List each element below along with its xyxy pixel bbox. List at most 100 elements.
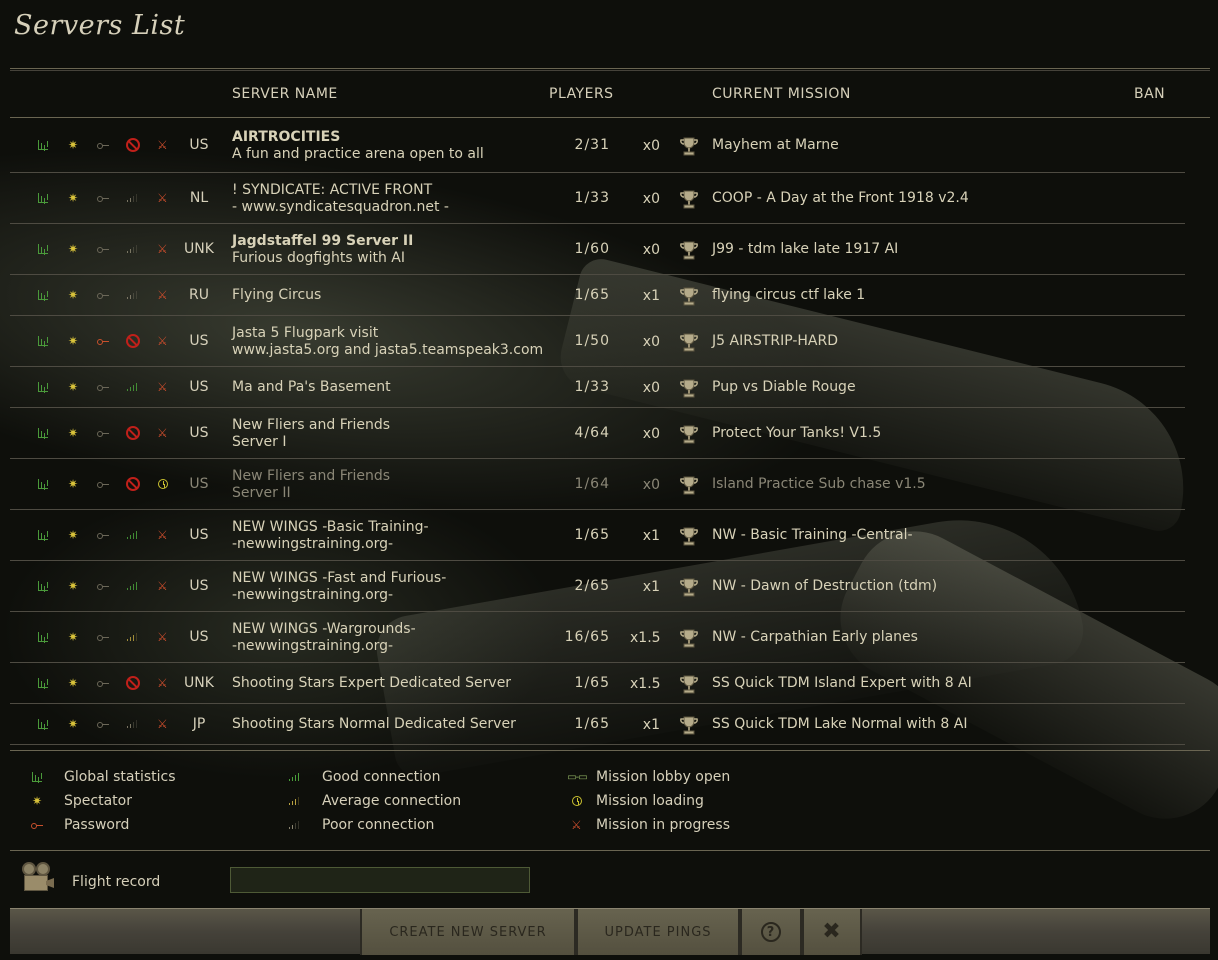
flight-divider — [10, 850, 1210, 851]
server-players: 2/65 — [574, 577, 610, 594]
signal-average-icon — [127, 633, 139, 641]
spectator-icon: ✷ — [67, 717, 79, 731]
signal-poor-icon — [127, 194, 139, 202]
stats-icon[interactable] — [38, 428, 48, 438]
legend-good-connection: Good connection — [284, 769, 440, 785]
stats-icon[interactable] — [38, 140, 48, 150]
crossed-swords-icon: ⚔ — [157, 138, 168, 152]
server-row[interactable]: ✷ ⚔ UNK Jagdstaffel 99 Server II Furious… — [10, 224, 1185, 275]
signal-good-icon — [127, 383, 139, 391]
server-status-icons: ✷ ⚔ — [28, 316, 178, 366]
stats-icon[interactable] — [38, 479, 48, 489]
server-name: Jagdstaffel 99 Server II Furious dogfigh… — [232, 233, 413, 267]
column-header-ban[interactable]: BAN — [1134, 86, 1165, 102]
flight-record-icon-wrap — [20, 862, 56, 894]
server-mission: Island Practice Sub chase v1.5 — [712, 476, 926, 492]
signal-poor-icon — [127, 291, 139, 299]
stats-icon[interactable] — [38, 244, 48, 254]
server-status-icons: ✷ ⚔ — [28, 173, 178, 223]
server-row[interactable]: ✷ ⚔ JP Shooting Stars Normal Dedicated S… — [10, 704, 1185, 745]
server-mission: SS Quick TDM Lake Normal with 8 AI — [712, 716, 968, 732]
trophy-icon — [678, 673, 700, 695]
crossed-swords-icon: ⚔ — [157, 191, 168, 205]
crossed-swords-icon: ⚔ — [157, 630, 168, 644]
legend-spectator: ✷ Spectator — [31, 793, 132, 809]
server-multiplier: x0 — [642, 137, 660, 154]
trophy-icon — [678, 525, 700, 547]
server-name: New Fliers and Friends Server II — [232, 468, 390, 502]
legend-global-stats: Global statistics — [26, 769, 176, 785]
server-row[interactable]: ✷ ⚔ NL ! SYNDICATE: ACTIVE FRONT - www.s… — [10, 173, 1185, 224]
server-mission: Mayhem at Marne — [712, 137, 839, 153]
column-header-current-mission[interactable]: CURRENT MISSION — [712, 86, 851, 102]
server-mission: SS Quick TDM Island Expert with 8 AI — [712, 675, 972, 691]
server-multiplier: x0 — [642, 379, 660, 396]
stats-icon[interactable] — [38, 678, 48, 688]
ban-icon — [126, 676, 140, 690]
close-button[interactable]: ✖ — [802, 909, 862, 955]
server-multiplier: x1 — [642, 287, 660, 304]
flight-record-input[interactable] — [230, 867, 530, 893]
legend-password: Password — [26, 817, 129, 833]
create-new-server-button[interactable]: CREATE NEW SERVER — [360, 909, 576, 955]
server-players: 1/33 — [574, 378, 610, 395]
update-pings-button[interactable]: UPDATE PINGS — [576, 909, 740, 955]
stats-icon[interactable] — [38, 336, 48, 346]
server-country: US — [189, 577, 209, 594]
server-name: NEW WINGS -Basic Training- -newwingstrai… — [232, 519, 429, 553]
server-row[interactable]: ✷ ⚔ US Jasta 5 Flugpark visit www.jasta5… — [10, 316, 1185, 367]
server-players: 1/65 — [574, 526, 610, 543]
server-status-icons: ✷ ⚔ — [28, 275, 178, 315]
server-name-line2: Server II — [232, 484, 291, 501]
column-header-server-name[interactable]: SERVER NAME — [232, 86, 338, 102]
server-row[interactable]: ✷ ⚔ US AIRTROCITIES A fun and practice a… — [10, 118, 1185, 173]
stats-icon[interactable] — [38, 719, 48, 729]
legend-mission-in-progress: ⚔ Mission in progress — [571, 817, 730, 833]
server-row[interactable]: ✷ ⚔ US NEW WINGS -Fast and Furious- -new… — [10, 561, 1185, 612]
stats-icon[interactable] — [38, 581, 48, 591]
signal-good-icon — [127, 531, 139, 539]
server-name-line2: -newwingstraining.org- — [232, 535, 394, 552]
spectator-icon: ✷ — [67, 191, 79, 205]
stats-icon[interactable] — [38, 530, 48, 540]
column-header-players[interactable]: PLAYERS — [549, 86, 614, 102]
loading-clock-icon — [158, 479, 168, 489]
spectator-icon: ✷ — [67, 242, 79, 256]
trophy-icon — [678, 714, 700, 736]
spectator-icon: ✷ — [67, 630, 79, 644]
server-name: Ma and Pa's Basement — [232, 379, 391, 396]
server-row[interactable]: ✷ ⚔ US NEW WINGS -Basic Training- -newwi… — [10, 510, 1185, 561]
trophy-icon — [678, 239, 700, 261]
server-name-line1: Flying Circus — [232, 287, 322, 303]
legend-average-connection: Average connection — [284, 793, 461, 809]
legend-poor-connection: Poor connection — [284, 817, 434, 833]
server-status-icons: ✷ ⚔ — [28, 118, 178, 172]
server-row[interactable]: ✷ US New Fliers and Friends Server II 1/… — [10, 459, 1185, 510]
trophy-icon — [678, 135, 700, 157]
help-button[interactable]: ? — [740, 909, 802, 955]
server-mission: NW - Dawn of Destruction (tdm) — [712, 578, 938, 594]
server-multiplier: x1 — [642, 527, 660, 544]
server-row[interactable]: ✷ ⚔ UNK Shooting Stars Expert Dedicated … — [10, 663, 1185, 704]
password-key-icon — [31, 823, 43, 829]
server-row[interactable]: ✷ ⚔ RU Flying Circus 1/65 x1 flying circ… — [10, 275, 1185, 316]
server-name-line1: New Fliers and Friends — [232, 467, 391, 484]
server-mission: J5 AIRSTRIP-HARD — [712, 333, 839, 349]
server-name-line1: NEW WINGS -Basic Training- — [232, 518, 429, 535]
server-row[interactable]: ✷ ⚔ US NEW WINGS -Wargrounds- -newwingst… — [10, 612, 1185, 663]
server-name-line1: ! SYNDICATE: ACTIVE FRONT — [232, 181, 433, 198]
stats-icon[interactable] — [38, 632, 48, 642]
stats-icon[interactable] — [38, 290, 48, 300]
legend-mission-loading: Mission loading — [566, 793, 704, 809]
stats-icon[interactable] — [38, 193, 48, 203]
crossed-swords-icon: ⚔ — [157, 528, 168, 542]
password-key-icon — [97, 293, 109, 299]
server-status-icons: ✷ ⚔ — [28, 224, 178, 274]
server-row[interactable]: ✷ ⚔ US Ma and Pa's Basement 1/33 x0 Pup … — [10, 367, 1185, 408]
server-row[interactable]: ✷ ⚔ US New Fliers and Friends Server I 4… — [10, 408, 1185, 459]
server-name-line1: New Fliers and Friends — [232, 416, 391, 433]
server-multiplier: x0 — [642, 190, 660, 207]
server-players: 1/60 — [574, 240, 610, 257]
stats-icon[interactable] — [38, 382, 48, 392]
crossed-swords-icon: ⚔ — [157, 288, 168, 302]
